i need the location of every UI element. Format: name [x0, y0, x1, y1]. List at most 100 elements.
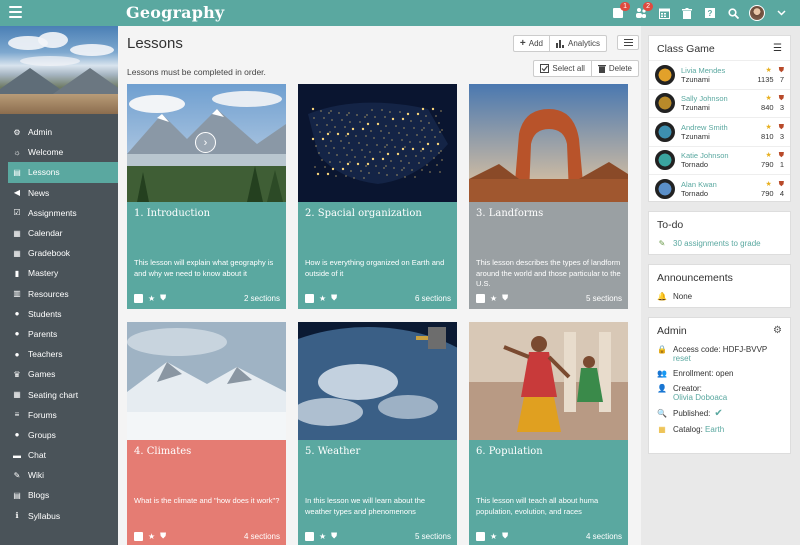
add-button[interactable]: + Add: [514, 36, 549, 51]
sidebar-item-parents[interactable]: ● Parents: [0, 324, 118, 344]
assignments-to-grade-link[interactable]: 30 assignments to grade: [673, 239, 761, 248]
edit-icon: ✎: [13, 470, 21, 480]
app-title[interactable]: Geography: [126, 3, 224, 22]
sidebar-item-news[interactable]: ◀ News: [0, 183, 118, 203]
analytics-button[interactable]: Analytics: [548, 36, 606, 51]
player-score: 790 1: [761, 160, 784, 169]
lock-icon: 🔒: [657, 345, 667, 354]
sidebar-item-seating-chart[interactable]: ▦ Seating chart: [0, 384, 118, 404]
lesson-checkbox[interactable]: [305, 293, 314, 303]
sidebar-item-forums[interactable]: ≡ Forums: [0, 405, 118, 425]
trash-icon[interactable]: [680, 6, 694, 20]
player-points: 790: [761, 160, 774, 170]
lesson-card[interactable]: 4. Climates What is the climate and "how …: [127, 322, 286, 545]
list-icon[interactable]: ☰: [773, 43, 782, 54]
player-team: Tzunami: [681, 131, 710, 141]
sidebar-item-calendar[interactable]: ▦ Calendar: [0, 223, 118, 243]
list-icon: ≡: [14, 410, 20, 420]
avatar[interactable]: [749, 5, 765, 21]
gear-icon[interactable]: ⚙: [773, 325, 782, 336]
player-name[interactable]: Alan Kwan: [681, 180, 717, 189]
groups-icon: ●: [14, 430, 20, 440]
star-icon: ★: [319, 531, 327, 541]
menu-icon[interactable]: [9, 6, 22, 18]
creator-link[interactable]: Olivia Doboaca: [673, 393, 727, 402]
todo-item[interactable]: ✎ 30 assignments to grade: [649, 236, 790, 251]
check-square-icon: ☑: [13, 208, 21, 218]
sidebar-item-mastery[interactable]: ▮ Mastery: [0, 263, 118, 283]
player-badges: 3: [779, 131, 784, 141]
lesson-title[interactable]: 2. Spacial organization: [305, 208, 422, 219]
sidebar-item-teachers[interactable]: ● Teachers: [0, 344, 118, 364]
lesson-card[interactable]: › 1. Introduction This lesson will explain…: [127, 84, 286, 309]
envelope-icon[interactable]: 1: [611, 2, 630, 20]
chevron-right-icon[interactable]: ›: [195, 132, 216, 153]
star-icon: ★: [148, 293, 156, 303]
sidebar-item-resources[interactable]: ▥ Resources: [0, 284, 118, 304]
page-title: Lessons: [127, 35, 183, 52]
lesson-body: 1. Introduction This lesson will explain …: [127, 202, 286, 309]
player-name[interactable]: Andrew Smith: [681, 123, 728, 132]
lesson-title[interactable]: 3. Landforms: [476, 208, 543, 219]
lesson-title[interactable]: 6. Population: [476, 446, 543, 457]
player-name[interactable]: Katie Johnson: [681, 151, 729, 160]
calendar-icon[interactable]: [657, 6, 671, 20]
lesson-title[interactable]: 1. Introduction: [134, 208, 210, 219]
sidebar-item-gradebook[interactable]: ▦ Gradebook: [0, 243, 118, 263]
todo-title: To-do: [657, 219, 684, 231]
user-requests-icon[interactable]: 2: [634, 2, 653, 20]
player-avatar: [655, 178, 675, 199]
search-icon[interactable]: [726, 6, 740, 20]
lesson-card[interactable]: 6. Population This lesson will teach all …: [469, 322, 628, 545]
lesson-footer: ★ ⛊ 4 sections: [476, 531, 622, 541]
sidebar-item-students[interactable]: ● Students: [0, 304, 118, 324]
lesson-title[interactable]: 4. Climates: [134, 446, 191, 457]
leaderboard: Livia Mendes Tzunami ★ ⛊ 1135 7 Sally Johnson…: [649, 60, 790, 203]
lesson-body: 2. Spacial organization How is everything…: [298, 202, 457, 309]
lesson-description: This lesson will teach all about huma po…: [476, 496, 599, 516]
sidebar-item-label: Wiki: [28, 470, 45, 481]
lesson-card[interactable]: 3. Landforms This lesson describes the ty…: [469, 84, 628, 309]
lesson-checkbox[interactable]: [134, 293, 143, 303]
lesson-checkbox[interactable]: [305, 531, 314, 541]
enrollment-label: Enrollment: open: [673, 369, 734, 378]
lesson-checkbox[interactable]: [476, 293, 485, 303]
lesson-checkbox[interactable]: [134, 531, 143, 541]
sidebar-item-wiki[interactable]: ✎ Wiki: [0, 465, 118, 485]
lesson-description: In this lesson we will learn about the w…: [305, 496, 426, 516]
player-points: 790: [761, 188, 774, 198]
sidebar-item-games[interactable]: ♛ Games: [0, 364, 118, 384]
catalog-link[interactable]: Earth: [705, 425, 724, 434]
sidebar-item-admin[interactable]: ⚙ Admin: [0, 122, 118, 142]
sidebar-item-assignments[interactable]: ☑ Assignments: [0, 203, 118, 223]
lesson-checkbox[interactable]: [476, 531, 485, 541]
checkmark-icon[interactable]: ✔: [714, 408, 722, 419]
reset-link[interactable]: reset: [673, 354, 691, 363]
sidebar-item-label: Admin: [28, 127, 53, 138]
lesson-description: What is the climate and "how does it wor…: [134, 496, 280, 505]
sidebar-item-groups[interactable]: ● Groups: [0, 425, 118, 445]
lesson-card[interactable]: 2. Spacial organization How is everything…: [298, 84, 457, 309]
lesson-image: [469, 322, 628, 440]
sidebar-item-blogs[interactable]: ▤ Blogs: [0, 485, 118, 505]
select-all-button[interactable]: Select all: [534, 61, 590, 76]
star-icon: ★: [319, 293, 327, 303]
sidebar-item-chat[interactable]: ▬ Chat: [0, 445, 118, 465]
options-menu-button[interactable]: [617, 35, 639, 50]
chevron-down-icon[interactable]: [774, 6, 788, 20]
sidebar-item-syllabus[interactable]: ℹ Syllabus: [0, 506, 118, 526]
sidebar-item-welcome[interactable]: ☼ Welcome: [0, 142, 118, 162]
player-points: 1135: [757, 74, 774, 84]
lesson-title[interactable]: 5. Weather: [305, 446, 360, 457]
sidebar-item-lessons[interactable]: ▤ Lessons: [8, 162, 118, 183]
help-icon[interactable]: ?: [703, 6, 717, 20]
player-name[interactable]: Sally Johnson: [681, 94, 728, 103]
star-icon: ★: [148, 531, 156, 541]
shield-icon: ⛊: [331, 293, 338, 302]
lesson-card[interactable]: 5. Weather In this lesson we will learn a…: [298, 322, 457, 545]
delete-button[interactable]: Delete: [590, 61, 638, 76]
chat-icon: ▬: [13, 450, 21, 460]
analytics-label: Analytics: [567, 39, 600, 48]
player-badges: 3: [779, 103, 784, 113]
player-name[interactable]: Livia Mendes: [681, 66, 725, 75]
